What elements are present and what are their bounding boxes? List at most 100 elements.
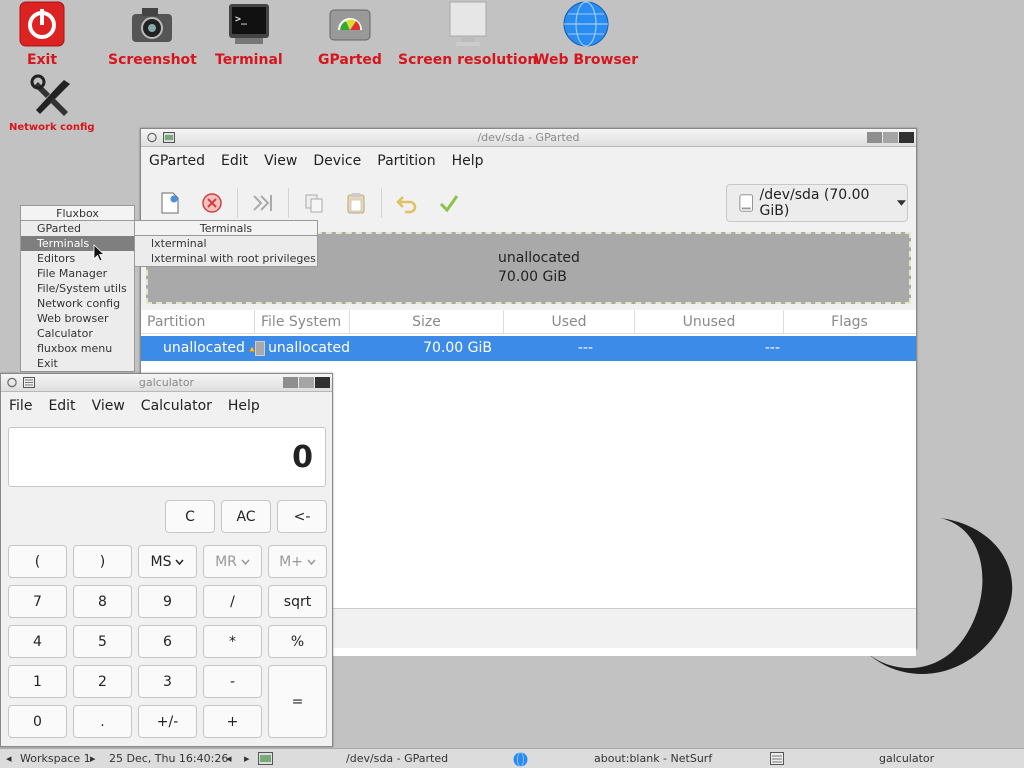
- clear-button[interactable]: C: [165, 500, 215, 533]
- workspace-name[interactable]: Workspace 1: [20, 752, 91, 765]
- menu-partition[interactable]: Partition: [369, 153, 443, 169]
- multiply-button[interactable]: *: [203, 625, 262, 658]
- fluxbox-menu-item-file-system-utils[interactable]: File/System utils: [21, 281, 134, 296]
- divide-button[interactable]: /: [203, 585, 262, 618]
- menu-edit[interactable]: Edit: [213, 153, 256, 169]
- menu-edit[interactable]: Edit: [40, 398, 83, 414]
- fluxbox-menu-item-gparted[interactable]: GParted: [21, 221, 134, 236]
- minimize-button[interactable]: [283, 377, 298, 388]
- equals-button[interactable]: =: [268, 665, 327, 738]
- all-clear-button[interactable]: AC: [221, 500, 271, 533]
- svg-text:>_: >_: [235, 14, 248, 25]
- digit-7-button[interactable]: 7: [8, 585, 67, 618]
- column-header-partition[interactable]: Partition: [141, 310, 255, 333]
- menu-calculator[interactable]: Calculator: [133, 398, 220, 414]
- column-header-filesystem[interactable]: File System: [255, 310, 350, 333]
- delete-partition-button[interactable]: [191, 185, 233, 221]
- menu-help[interactable]: Help: [444, 153, 492, 169]
- fluxbox-menu-item-network-config[interactable]: Network config: [21, 296, 134, 311]
- column-header-size[interactable]: Size: [350, 310, 504, 333]
- subtract-button[interactable]: -: [203, 665, 262, 698]
- task-netsurf[interactable]: about:blank - NetSurf: [594, 752, 712, 765]
- table-row[interactable]: unallocated unallocated 70.00 GiB --- --…: [141, 336, 916, 361]
- negate-button[interactable]: +/-: [138, 705, 197, 738]
- copy-button[interactable]: [293, 185, 335, 221]
- percent-button[interactable]: %: [268, 625, 327, 658]
- sticky-icon[interactable]: [6, 377, 18, 388]
- sqrt-button[interactable]: sqrt: [268, 585, 327, 618]
- digit-0-button[interactable]: 0: [8, 705, 67, 738]
- task-galculator[interactable]: galculator: [879, 752, 934, 765]
- column-header-used[interactable]: Used: [504, 310, 635, 333]
- fluxbox-menu-item-web-browser[interactable]: Web browser: [21, 311, 134, 326]
- menu-gparted[interactable]: GParted: [141, 153, 213, 169]
- fluxbox-menu-item-file-manager[interactable]: File Manager: [21, 266, 134, 281]
- desktop-icon-label: Exit: [26, 52, 58, 68]
- workspace-prev-icon[interactable]: ◂: [6, 752, 12, 765]
- desktop-icon-terminal[interactable]: >_ Terminal: [215, 0, 283, 68]
- close-button[interactable]: [315, 377, 330, 388]
- maximize-button[interactable]: [299, 377, 314, 388]
- fluxbox-menu-item-editors[interactable]: Editors: [21, 251, 134, 266]
- digit-6-button[interactable]: 6: [138, 625, 197, 658]
- desktop-icon-gparted[interactable]: GParted: [318, 0, 382, 68]
- column-header-flags[interactable]: Flags: [784, 310, 915, 333]
- desktop-icon-web-browser[interactable]: Web Browser: [534, 0, 638, 68]
- new-partition-button[interactable]: [149, 185, 191, 221]
- menu-view[interactable]: View: [84, 398, 133, 414]
- apply-button[interactable]: [428, 185, 470, 221]
- chevron-down-icon: [241, 559, 250, 565]
- memory-recall-button[interactable]: MR: [203, 545, 262, 578]
- column-header-unused[interactable]: Unused: [635, 310, 784, 333]
- resize-move-button[interactable]: [242, 185, 284, 221]
- memory-store-button[interactable]: MS: [138, 545, 197, 578]
- desktop-icon-network-config[interactable]: Network config: [9, 72, 95, 133]
- add-button[interactable]: +: [203, 705, 262, 738]
- cell-flags: [784, 336, 915, 361]
- taskbar: ◂ Workspace 1 ▸ 25 Dec, Thu 16:40:26 ◂ ▸…: [0, 748, 1024, 768]
- terminals-submenu: Terminals lxterminal lxterminal with roo…: [134, 220, 318, 267]
- digit-5-button[interactable]: 5: [73, 625, 132, 658]
- galculator-titlebar[interactable]: galculator: [1, 374, 332, 392]
- backspace-button[interactable]: <-: [277, 500, 327, 533]
- open-paren-button[interactable]: (: [8, 545, 67, 578]
- close-paren-button[interactable]: ): [73, 545, 132, 578]
- submenu-item-lxterminal[interactable]: lxterminal: [135, 236, 317, 251]
- task-next-icon[interactable]: ▸: [244, 752, 250, 765]
- fluxbox-menu-item-fluxbox-menu[interactable]: fluxbox menu: [21, 341, 134, 356]
- fluxbox-menu-item-calculator[interactable]: Calculator: [21, 326, 134, 341]
- fluxbox-menu-item-terminals[interactable]: Terminals: [21, 236, 134, 251]
- desktop-icon-exit[interactable]: Exit: [18, 0, 66, 68]
- decimal-point-button[interactable]: .: [73, 705, 132, 738]
- digit-1-button[interactable]: 1: [8, 665, 67, 698]
- device-selector[interactable]: /dev/sda (70.00 GiB): [726, 184, 908, 222]
- digit-8-button[interactable]: 8: [73, 585, 132, 618]
- paste-button[interactable]: [335, 185, 377, 221]
- desktop-icon-screenshot[interactable]: Screenshot: [108, 0, 197, 68]
- menu-device[interactable]: Device: [305, 153, 369, 169]
- partition-name: unallocated: [163, 340, 245, 356]
- maximize-button[interactable]: [883, 132, 898, 143]
- minimize-button[interactable]: [867, 132, 882, 143]
- digit-3-button[interactable]: 3: [138, 665, 197, 698]
- monitor-icon: [449, 1, 487, 46]
- digit-2-button[interactable]: 2: [73, 665, 132, 698]
- menu-view[interactable]: View: [256, 153, 305, 169]
- close-button[interactable]: [899, 132, 914, 143]
- menu-help[interactable]: Help: [220, 398, 268, 414]
- workspace-next-icon[interactable]: ▸: [90, 752, 96, 765]
- task-gparted[interactable]: /dev/sda - GParted: [346, 752, 448, 765]
- undo-button[interactable]: [386, 185, 428, 221]
- submenu-item-lxterminal-root[interactable]: lxterminal with root privileges: [135, 251, 317, 266]
- fluxbox-menu-item-exit[interactable]: Exit: [21, 356, 134, 371]
- memory-add-button[interactable]: M+: [268, 545, 327, 578]
- task-prev-icon[interactable]: ◂: [226, 752, 232, 765]
- menu-file[interactable]: File: [1, 398, 40, 414]
- chevron-down-icon: [175, 559, 185, 565]
- gparted-titlebar[interactable]: /dev/sda - GParted: [141, 129, 916, 147]
- sticky-icon[interactable]: [146, 132, 158, 143]
- toolbar-separator: [237, 188, 238, 218]
- desktop-icon-screen-resolution[interactable]: Screen resolution: [398, 0, 537, 68]
- digit-9-button[interactable]: 9: [138, 585, 197, 618]
- digit-4-button[interactable]: 4: [8, 625, 67, 658]
